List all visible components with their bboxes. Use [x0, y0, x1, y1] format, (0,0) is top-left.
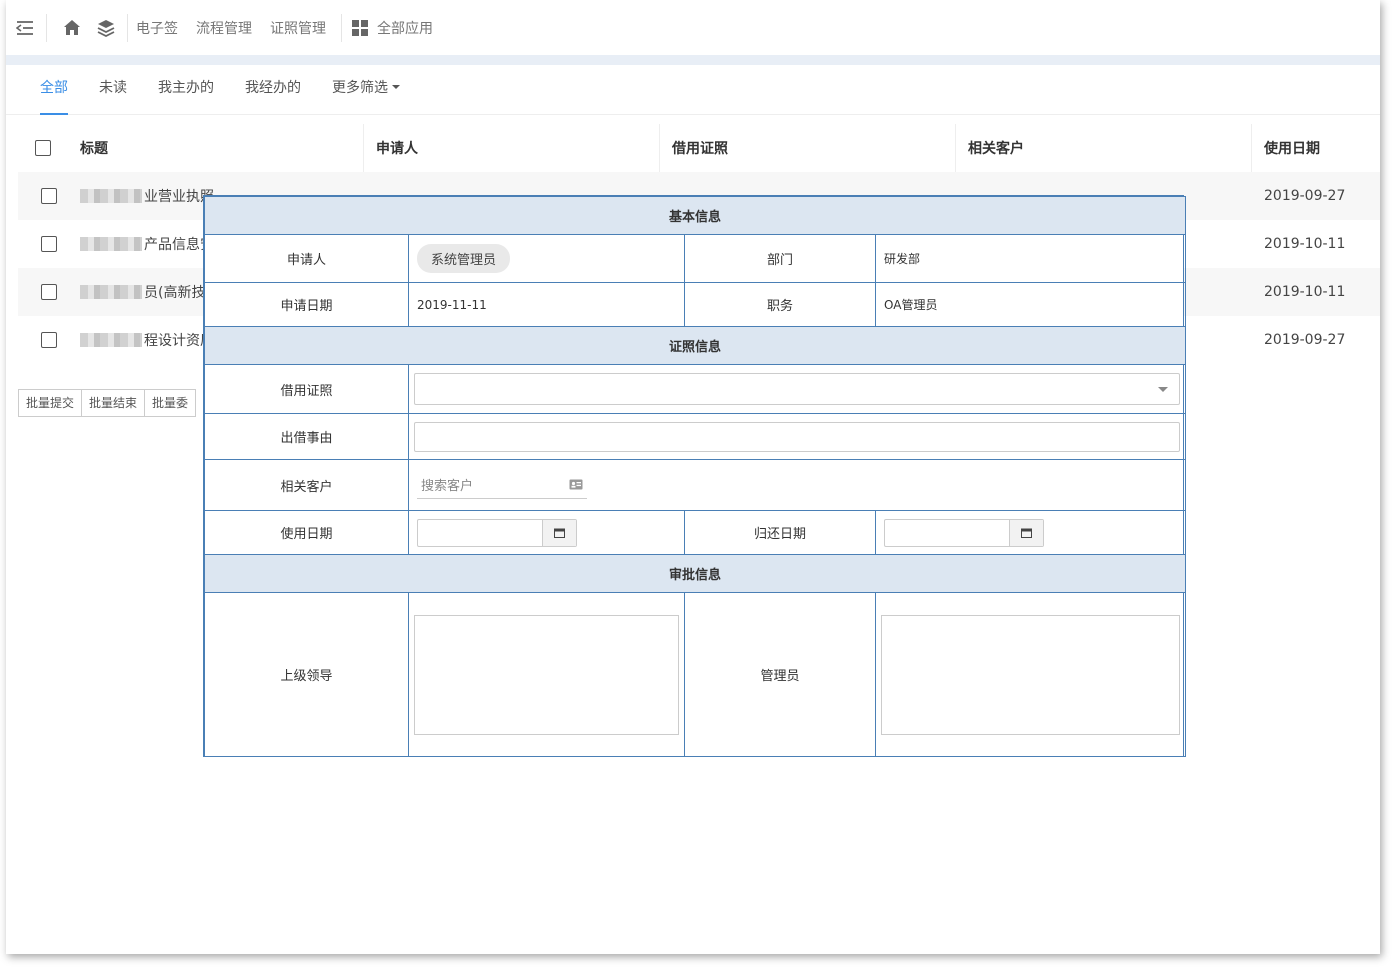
tab-my-host[interactable]: 我主办的 — [158, 65, 214, 115]
return-date-text[interactable] — [885, 520, 1009, 546]
row-checkbox[interactable] — [41, 332, 57, 348]
customer-search-placeholder: 搜索客户 — [421, 479, 474, 494]
leader-opinion-textarea[interactable] — [414, 614, 679, 735]
row-date: 2019-09-27 — [1264, 332, 1346, 348]
return-date-cell — [874, 510, 1187, 555]
customer-label: 相关客户 — [204, 459, 409, 511]
col-header-customer[interactable]: 相关客户 — [956, 124, 1252, 172]
row-check-cell — [18, 172, 68, 220]
row-date: 2019-10-11 — [1264, 284, 1346, 300]
redacted-text — [80, 189, 142, 203]
section-approval-info: 审批信息 — [203, 554, 1187, 593]
position-value: OA管理员 — [874, 282, 1187, 327]
top-nav: 电子签 流程管理 证照管理 全部应用 — [6, 0, 1380, 55]
use-date-cell — [408, 510, 685, 555]
nav-link-esign[interactable]: 电子签 — [136, 18, 178, 38]
col-header-title[interactable]: 标题 — [68, 124, 364, 172]
row-date: 2019-10-11 — [1264, 236, 1346, 252]
menu-collapse-icon[interactable] — [10, 14, 40, 42]
more-filters-label: 更多筛选 — [332, 79, 388, 96]
return-date-label: 归还日期 — [684, 510, 876, 555]
all-apps-label: 全部应用 — [377, 20, 433, 37]
use-date-text[interactable] — [418, 520, 542, 546]
row-check-cell — [18, 268, 68, 316]
nav-divider — [341, 13, 342, 42]
reason-label: 出借事由 — [204, 413, 409, 460]
admin-label: 管理员 — [684, 592, 876, 757]
tab-my-handled[interactable]: 我经办的 — [245, 65, 301, 115]
dept-label: 部门 — [684, 234, 876, 283]
apply-date-value: 2019-11-11 — [408, 282, 685, 327]
select-all-cell — [18, 124, 68, 172]
tab-all[interactable]: 全部 — [40, 65, 68, 115]
table-header: 标题 申请人 借用证照 相关客户 使用日期 — [18, 124, 1380, 172]
row-checkbox[interactable] — [41, 236, 57, 252]
use-date-label: 使用日期 — [204, 510, 409, 555]
customer-cell: 搜索客户 — [407, 459, 1187, 511]
contact-card-icon[interactable] — [569, 479, 583, 490]
license-select[interactable] — [414, 373, 1181, 405]
tab-more-filters[interactable]: 更多筛选 — [332, 65, 400, 115]
row-checkbox[interactable] — [41, 284, 57, 300]
select-all-checkbox[interactable] — [35, 140, 51, 156]
col-header-license[interactable]: 借用证照 — [660, 124, 956, 172]
redacted-text — [80, 333, 142, 347]
use-date-input[interactable] — [417, 518, 577, 547]
calendar-icon[interactable] — [542, 519, 576, 546]
batch-actions: 批量提交 批量结束 批量委 — [18, 389, 197, 417]
license-cell — [407, 364, 1187, 414]
redacted-text — [80, 285, 142, 299]
header-band — [6, 55, 1380, 65]
customer-search-input[interactable]: 搜索客户 — [417, 471, 587, 499]
batch-end-button[interactable]: 批量结束 — [81, 389, 146, 417]
caret-down-icon — [392, 84, 400, 89]
license-borrow-form: 基本信息 申请人 系统管理员 部门 研发部 申请日期 2019-11-11 职务… — [203, 195, 1187, 757]
row-check-cell — [18, 316, 68, 364]
admin-cell — [874, 592, 1187, 757]
batch-delegate-button[interactable]: 批量委 — [144, 389, 197, 417]
applicant-tag[interactable]: 系统管理员 — [417, 244, 511, 273]
section-license-info: 证照信息 — [203, 326, 1187, 365]
leader-label: 上级领导 — [204, 592, 409, 757]
tab-unread[interactable]: 未读 — [99, 65, 127, 115]
row-title-text: 员(高新技 — [144, 285, 206, 301]
form-table: 基本信息 申请人 系统管理员 部门 研发部 申请日期 2019-11-11 职务… — [203, 196, 1187, 757]
col-header-applicant[interactable]: 申请人 — [364, 124, 660, 172]
filter-tabs: 全部 未读 我主办的 我经办的 更多筛选 — [6, 65, 1380, 115]
col-header-date[interactable]: 使用日期 — [1252, 124, 1380, 172]
grid-icon — [352, 19, 368, 36]
return-date-input[interactable] — [884, 518, 1044, 547]
reason-cell — [407, 413, 1187, 460]
dept-value: 研发部 — [874, 234, 1187, 283]
apply-date-label: 申请日期 — [204, 282, 409, 327]
nav-link-workflow[interactable]: 流程管理 — [196, 18, 252, 38]
applicant-cell: 系统管理员 — [408, 234, 685, 283]
row-checkbox[interactable] — [41, 188, 57, 204]
nav-link-license[interactable]: 证照管理 — [270, 18, 326, 38]
all-apps-button[interactable]: 全部应用 — [352, 18, 433, 38]
position-label: 职务 — [684, 282, 876, 327]
applicant-label: 申请人 — [204, 234, 409, 283]
home-icon[interactable] — [57, 14, 87, 42]
row-check-cell — [18, 220, 68, 268]
reason-input[interactable] — [414, 421, 1181, 452]
nav-divider — [46, 13, 47, 42]
admin-opinion-textarea[interactable] — [881, 614, 1181, 735]
license-label: 借用证照 — [204, 364, 409, 414]
section-basic-info: 基本信息 — [203, 196, 1187, 235]
layers-icon[interactable] — [91, 14, 121, 42]
app-window: 电子签 流程管理 证照管理 全部应用 全部 未读 我主办的 我经办的 更多筛选 … — [6, 0, 1380, 954]
chevron-down-icon — [1158, 387, 1169, 392]
batch-submit-button[interactable]: 批量提交 — [18, 389, 83, 417]
leader-cell — [408, 592, 685, 757]
redacted-text — [80, 237, 142, 251]
calendar-icon[interactable] — [1009, 519, 1043, 546]
row-date: 2019-09-27 — [1264, 188, 1346, 204]
nav-divider — [127, 13, 128, 42]
